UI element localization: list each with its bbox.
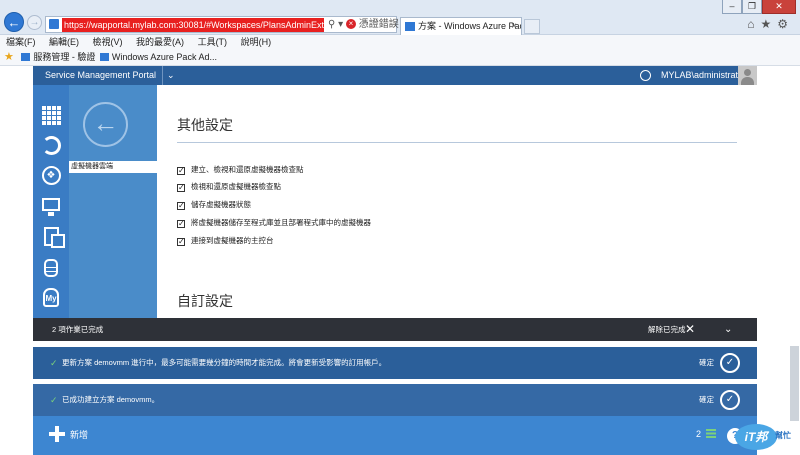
notification-summary: 2 項作業已完成 [52,325,104,334]
watermark-logo: iT邦 幫忙 [731,420,799,454]
option-row: ✓ 建立、檢視和還原虛擬機器檢查點 [177,164,304,175]
menu-file[interactable]: 檔案(F) [6,37,36,47]
operations-count[interactable]: 2 [696,429,701,439]
check-icon: ✓ [50,358,58,368]
option-label: 連接到虛擬機器的主控台 [191,236,274,245]
back-button[interactable]: ← [4,12,24,32]
option-row: ✓ 連接到虛擬機器的主控台 [177,235,274,246]
menu-view[interactable]: 檢視(V) [93,37,123,47]
browser-tab[interactable]: 方案 - Windows Azure Pac... × [400,17,522,35]
all-items-icon[interactable] [41,105,61,125]
favorites-star-icon[interactable]: ★ [760,17,777,31]
notification-text: 更新方案 demovmm 進行中，最多可能需要幾分鐘的時間才能完成。將會更新受影… [62,358,387,367]
user-name[interactable]: MYLAB\administrator [661,66,746,85]
avatar-icon[interactable] [738,66,757,85]
option-label: 儲存虛擬機器狀態 [191,200,251,209]
menu-help[interactable]: 說明(H) [241,37,272,47]
checkbox[interactable]: ✓ [177,202,185,210]
checkbox[interactable]: ✓ [177,238,185,246]
ok-check-icon[interactable]: ✓ [720,390,740,410]
search-icon[interactable]: ⚲ [328,19,335,30]
watermark-icon: iT邦 [735,424,777,450]
notification-item: ✓ 已成功建立方案 demovmm。 確定 ✓ [33,384,757,416]
plans-icon[interactable] [41,227,65,248]
address-tools: ⚲ ▾ × 憑證錯誤 ↻ [328,17,410,32]
menu-favorites[interactable]: 我的最愛(A) [136,37,184,47]
favorites-star-icon[interactable]: ★ [4,51,14,63]
notification-header: 2 項作業已完成 解除已完成 ✕ ⌄ [33,318,757,341]
favorite-link-2[interactable]: Windows Azure Pack Ad... [112,52,217,62]
menu-tools[interactable]: 工具(T) [198,37,228,47]
my-sql-icon[interactable]: My [41,288,61,308]
close-icon[interactable]: ✕ [685,318,695,341]
restore-button[interactable]: ❐ [742,0,762,14]
home-icon[interactable]: ⌂ [747,17,760,31]
checkbox[interactable]: ✓ [177,220,185,228]
database-icon[interactable] [41,259,61,279]
chevron-down-icon[interactable]: ⌄ [162,66,175,85]
site-icon [49,19,59,29]
menu-edit[interactable]: 編輯(E) [49,37,79,47]
favorite-site-icon [21,53,31,61]
tab-title: 方案 - Windows Azure Pac... [418,21,522,31]
option-label: 建立、檢視和還原虛擬機器檢查點 [191,165,304,174]
option-row: ✓ 儲存虛擬機器狀態 [177,199,251,210]
ok-label[interactable]: 確定 [699,347,714,379]
tab-icon [405,22,415,31]
address-url[interactable]: https://wapportal.mylab.com:30081/#Works… [62,18,324,32]
favorite-site-icon [99,53,109,61]
address-bar[interactable]: https://wapportal.mylab.com:30081/#Works… [45,16,410,33]
ok-check-icon[interactable]: ✓ [720,353,740,373]
chevron-down-icon[interactable]: ⌄ [724,318,732,341]
option-row: ✓ 將虛擬機器儲存至程式庫並且部署程式庫中的虛擬機器 [177,217,371,228]
ok-label[interactable]: 確定 [699,384,714,416]
vm-monitor-icon[interactable] [41,197,61,217]
portal: Service Management Portal ⌄ MYLAB\admini… [33,66,757,455]
new-button[interactable]: 新增 [70,428,88,441]
favorite-link-1[interactable]: 服務管理 - 驗證 [33,52,95,62]
checkbox[interactable]: ✓ [177,167,185,175]
favorites-bar: ★ 服務管理 - 驗證 Windows Azure Pack Ad... [0,49,800,66]
portal-title: Service Management Portal [45,70,157,80]
notification-item: ✓ 更新方案 demovmm 進行中，最多可能需要幾分鐘的時間才能完成。將會更新… [33,347,757,379]
watermark-text: 幫忙 [775,431,791,440]
subnav-item-vm-clouds[interactable]: 虛擬機器雲端 [69,161,157,173]
section-title-2: 自訂設定 [177,293,233,309]
tab-close-icon[interactable]: × [511,18,517,35]
dropdown-icon[interactable]: ▾ [338,19,343,30]
browser-toolbar-icons: ⌂★⚙ [747,17,794,31]
cert-error-text[interactable]: 憑證錯誤 [359,19,399,30]
back-arrow-icon[interactable]: ← [83,102,128,147]
sub-nav: ← 虛擬機器雲端 [69,85,157,318]
operations-list-icon[interactable] [706,429,716,438]
checkbox[interactable]: ✓ [177,184,185,192]
option-row: ✓ 檢視和還原虛擬機器檢查點 [177,181,281,192]
sync-icon[interactable] [41,136,61,156]
left-nav: ❖ My [33,85,69,318]
scrollbar-thumb[interactable] [790,346,799,421]
portal-header: Service Management Portal ⌄ MYLAB\admini… [33,66,757,85]
settings-gear-icon[interactable]: ⚙ [777,17,794,31]
forward-button[interactable]: → [27,15,42,30]
notification-text: 已成功建立方案 demovmm。 [62,395,160,404]
command-bar: 新增 2 ? [33,416,757,455]
network-icon[interactable]: ❖ [41,166,61,186]
browser-titlebar: ← → https://wapportal.mylab.com:30081/#W… [0,0,800,35]
option-label: 檢視和還原虛擬機器檢查點 [191,182,281,191]
window-close-button[interactable]: ✕ [762,0,796,14]
clear-completed-button[interactable]: 解除已完成 [648,318,686,341]
new-tab-button[interactable] [524,19,540,34]
globe-icon[interactable] [640,70,651,81]
window-controls: – ❐ ✕ [722,0,796,14]
section-title: 其他設定 [177,117,233,133]
main-content: 其他設定 ✓ 建立、檢視和還原虛擬機器檢查點 ✓ 檢視和還原虛擬機器檢查點 ✓ 儲存虛… [157,85,757,318]
cert-error-icon[interactable]: × [345,19,356,30]
divider [177,142,737,143]
menu-bar: 檔案(F) 編輯(E) 檢視(V) 我的最愛(A) 工具(T) 說明(H) [0,35,800,49]
minimize-button[interactable]: – [722,0,742,14]
check-icon: ✓ [50,395,58,405]
option-label: 將虛擬機器儲存至程式庫並且部署程式庫中的虛擬機器 [191,218,371,227]
plus-icon[interactable] [49,426,65,442]
